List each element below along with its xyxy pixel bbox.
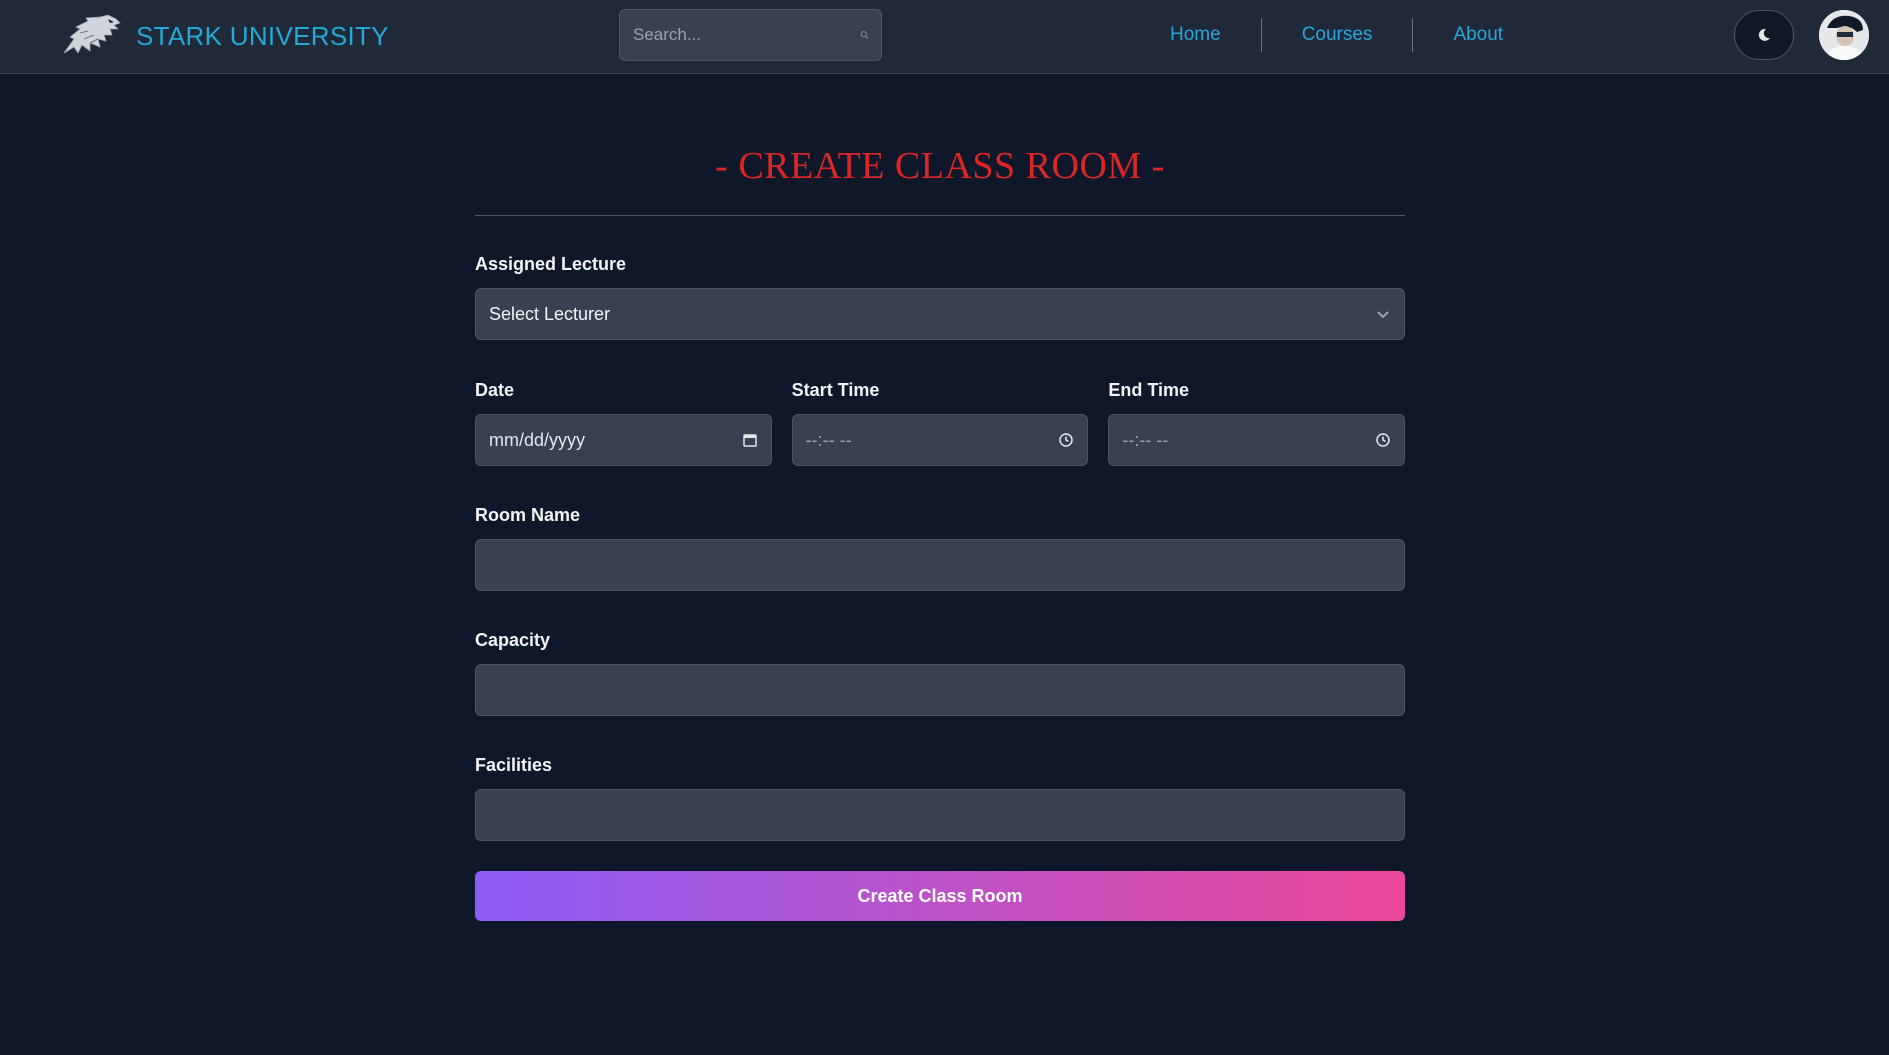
date-group: Date mm/dd/yyyy	[475, 379, 772, 466]
clock-icon[interactable]	[1058, 432, 1074, 448]
nav-courses[interactable]: Courses	[1262, 24, 1413, 46]
start-time-group: Start Time --:-- --	[791, 379, 1089, 466]
search-icon[interactable]	[860, 23, 869, 47]
title-divider	[475, 215, 1405, 216]
capacity-label: Capacity	[475, 630, 551, 650]
end-time-placeholder: --:-- --	[1122, 429, 1169, 450]
search-input[interactable]	[633, 25, 854, 45]
create-classroom-form: - CREATE CLASS ROOM - Assigned Lecture S…	[475, 110, 1406, 921]
search-box	[619, 9, 882, 61]
lecturer-select-value: Select Lecturer	[489, 303, 611, 324]
nav-home[interactable]: Home	[1130, 24, 1261, 46]
schedule-row: Date mm/dd/yyyy Start Time --:-- -- End …	[475, 379, 1406, 466]
brand[interactable]: STARK UNIVERSITY	[60, 10, 389, 62]
start-time-field[interactable]: --:-- --	[791, 414, 1089, 466]
lecturer-select[interactable]: Select Lecturer	[475, 288, 1405, 340]
direwolf-logo-icon	[63, 14, 121, 54]
assigned-lecture-group: Assigned Lecture Select Lecturer	[475, 253, 1405, 340]
end-time-group: End Time --:-- --	[1108, 379, 1406, 466]
moon-icon	[1758, 28, 1770, 41]
start-time-label: Start Time	[791, 380, 880, 400]
capacity-input[interactable]	[475, 664, 1405, 716]
assigned-lecture-label: Assigned Lecture	[475, 254, 627, 274]
room-name-label: Room Name	[475, 505, 581, 525]
facilities-group: Facilities	[475, 754, 1405, 841]
nav-links: Home Courses About	[1130, 18, 1543, 52]
calendar-icon[interactable]	[742, 432, 758, 448]
create-class-room-button[interactable]: Create Class Room	[475, 871, 1405, 921]
user-avatar-image	[1819, 10, 1869, 60]
room-name-input[interactable]	[475, 539, 1405, 591]
end-time-label: End Time	[1108, 380, 1190, 400]
theme-toggle-button[interactable]	[1734, 10, 1794, 60]
avatar[interactable]	[1819, 10, 1869, 60]
brand-name: STARK UNIVERSITY	[136, 20, 389, 51]
room-name-group: Room Name	[475, 504, 1405, 591]
facilities-label: Facilities	[475, 755, 553, 775]
clock-icon[interactable]	[1375, 432, 1391, 448]
date-placeholder: mm/dd/yyyy	[489, 429, 586, 450]
date-field[interactable]: mm/dd/yyyy	[475, 414, 772, 466]
chevron-down-icon	[1377, 311, 1389, 319]
nav-about[interactable]: About	[1413, 24, 1543, 46]
start-time-placeholder: --:-- --	[805, 429, 852, 450]
capacity-group: Capacity	[475, 629, 1405, 716]
page-title: - CREATE CLASS ROOM -	[715, 145, 1165, 187]
top-navbar: STARK UNIVERSITY Home Courses About	[0, 0, 1889, 74]
facilities-input[interactable]	[475, 789, 1405, 841]
end-time-field[interactable]: --:-- --	[1108, 414, 1406, 466]
date-label: Date	[475, 380, 515, 400]
